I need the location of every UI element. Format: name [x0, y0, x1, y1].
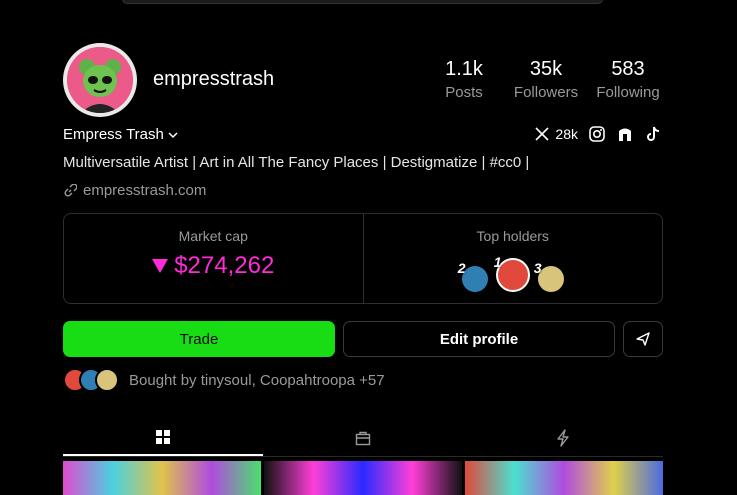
trade-button[interactable]: Trade	[63, 321, 335, 357]
top-bar	[122, 0, 603, 4]
avatar-image	[67, 47, 133, 113]
lightning-icon	[557, 428, 569, 447]
instagram-icon[interactable]	[588, 125, 606, 143]
website-text: empresstrash.com	[83, 182, 207, 199]
tab-collected[interactable]	[263, 419, 463, 456]
x-followers: 28k	[555, 126, 578, 142]
post-grid	[63, 461, 663, 495]
holder-rank: 1	[493, 254, 502, 270]
arch-icon[interactable]	[616, 125, 634, 143]
holders-list: 2 1 3	[364, 254, 663, 292]
x-icon	[535, 127, 549, 141]
holder-avatar[interactable]: 2	[458, 260, 488, 292]
social-links: 28k	[534, 125, 662, 143]
link-icon	[64, 183, 77, 197]
chevron-down-icon	[168, 131, 178, 138]
top-holders: Top holders 2 1 3	[362, 214, 663, 303]
top-holders-label: Top holders	[476, 228, 549, 244]
stat-value: 35k	[529, 58, 563, 80]
market-cap-value: $274,262	[174, 252, 275, 279]
buyer-avatars	[63, 368, 119, 392]
tab-activity[interactable]	[463, 419, 663, 456]
bio: Multiversatile Artist | Art in All The F…	[63, 154, 530, 171]
market-cap: Market cap $274,262	[64, 214, 363, 303]
post-thumbnail[interactable]	[264, 461, 462, 495]
avatar[interactable]	[63, 43, 137, 117]
x-link[interactable]: 28k	[534, 126, 578, 142]
action-bar: Trade Edit profile	[63, 321, 663, 357]
post-thumbnail[interactable]	[63, 461, 261, 495]
market-panel: Market cap $274,262 Top holders 2 1 3	[63, 213, 663, 304]
stat-followers[interactable]: 35k Followers	[511, 57, 581, 101]
market-cap-value-row: $274,262	[152, 252, 274, 280]
stat-value: 583	[611, 58, 645, 80]
triangle-down-icon	[152, 259, 169, 273]
holder-rank: 2	[457, 260, 466, 276]
bought-by-text: Bought by tinysoul, Coopahtroopa +57	[129, 371, 385, 389]
stat-following[interactable]: 583 Following	[593, 57, 663, 101]
share-button[interactable]	[623, 321, 663, 357]
holder-rank: 3	[533, 260, 542, 276]
send-icon	[636, 332, 650, 346]
website-link[interactable]: empresstrash.com	[63, 182, 206, 199]
stats: 1.1k Posts 35k Followers 583 Following	[417, 57, 663, 101]
edit-profile-button[interactable]: Edit profile	[343, 321, 615, 357]
stat-value: 1.1k	[445, 58, 483, 80]
bag-icon	[355, 431, 371, 445]
stat-label: Posts	[445, 84, 483, 101]
bought-by[interactable]: Bought by tinysoul, Coopahtroopa +57	[63, 368, 385, 392]
stat-posts[interactable]: 1.1k Posts	[429, 57, 499, 101]
tiktok-icon[interactable]	[644, 125, 662, 143]
holder-avatar[interactable]: 1	[494, 254, 530, 292]
profile-tabs	[63, 419, 663, 457]
display-name-dropdown[interactable]: Empress Trash	[63, 126, 178, 143]
username: empresstrash	[153, 68, 275, 90]
tab-grid[interactable]	[63, 419, 263, 456]
display-name: Empress Trash	[63, 126, 164, 143]
post-thumbnail[interactable]	[465, 461, 663, 495]
grid-icon	[156, 429, 170, 444]
stat-label: Following	[596, 84, 660, 101]
stat-label: Followers	[513, 84, 579, 101]
avatar	[95, 368, 119, 392]
holder-avatar[interactable]: 3	[534, 260, 564, 292]
market-cap-label: Market cap	[178, 228, 248, 244]
